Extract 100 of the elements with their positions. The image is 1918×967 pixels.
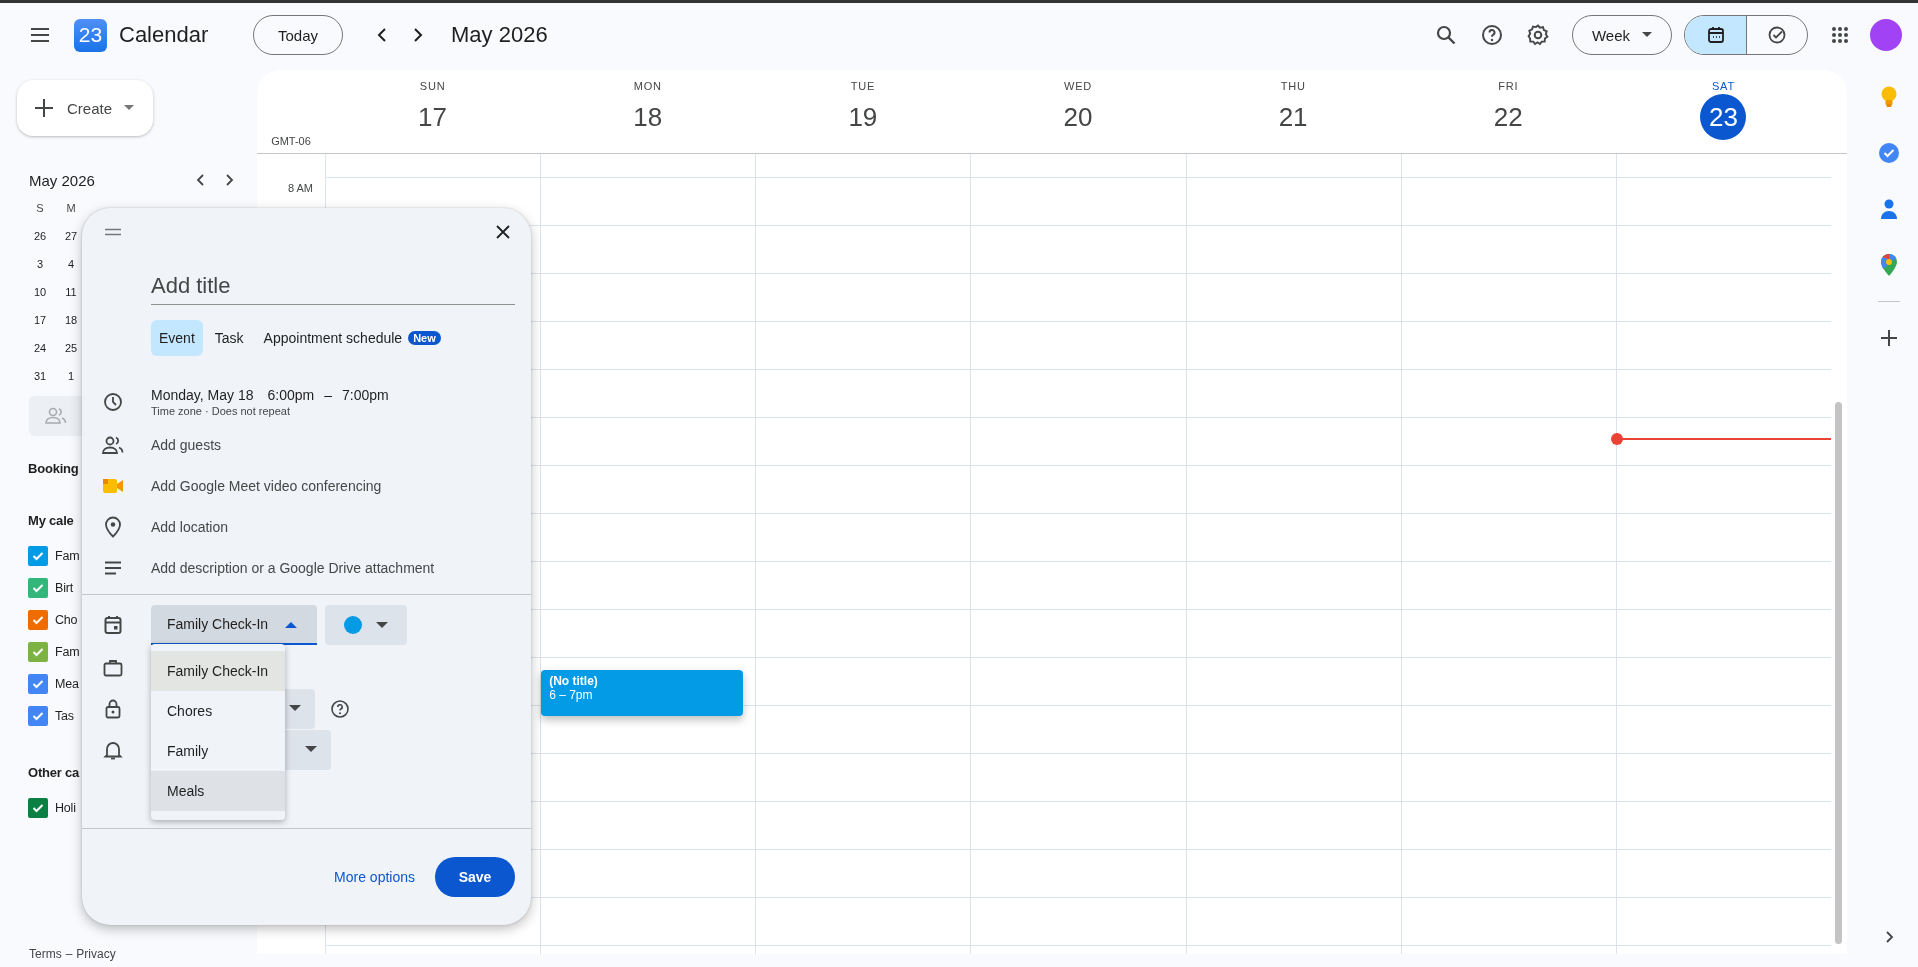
briefcase-icon [102,658,124,677]
weekday-label: M [65,201,77,216]
caret-icon [285,620,297,628]
create-button[interactable]: Create [17,80,153,136]
caret-icon [289,705,301,712]
calendar-name: Cho [55,613,78,627]
apps-grid-icon [1830,25,1850,45]
recurrence-info[interactable]: Time zone · Does not repeat [151,405,389,417]
mini-calendar-day[interactable]: 3 [29,250,51,278]
bell-icon [102,739,124,760]
day-number[interactable]: 21 [1270,94,1317,140]
search-icon [1434,23,1458,47]
calendar-name: Mea [55,677,79,691]
weekday-label: SUN [419,80,446,92]
scrollbar[interactable] [1835,402,1842,944]
calendar-menu-item[interactable]: Chores [151,691,285,731]
calendar-icon [1705,25,1726,45]
calendar-view-button[interactable] [1685,16,1746,54]
day-number[interactable]: 22 [1485,94,1532,140]
timezone-label: GMT-06 [271,135,311,147]
help-icon [1480,23,1504,47]
weekday-label: WED [1063,80,1093,92]
calendar-name: Fam [55,645,80,659]
day-number[interactable]: 20 [1055,94,1101,140]
day-number[interactable]: 17 [409,94,456,140]
calendar-menu-item[interactable]: Meals [151,771,285,811]
app-title: Calendar [119,22,210,48]
video-camera-icon [102,476,124,495]
caret-icon [1642,32,1653,38]
period-title: May 2026 [451,22,548,48]
mini-calendar-day[interactable]: 11 [60,278,82,306]
hour-label: 8 AM [287,182,313,194]
drag-handle-icon[interactable] [104,228,122,236]
weekday-label: TUE [850,80,876,92]
separator: – [65,947,73,961]
weekday-label: THU [1280,80,1306,92]
event-title: (No title) [549,674,599,688]
start-time[interactable]: 6:00pm [267,387,315,403]
section-title[interactable]: Booking [28,456,79,480]
add-detail-link[interactable]: Add Google Meet video conferencing [151,477,382,494]
mini-calendar-day[interactable]: 10 [29,278,51,306]
calendar-name: Tas [55,709,74,723]
title-field[interactable]: Add title [151,268,515,305]
mini-calendar-day[interactable]: 18 [60,306,82,334]
day-number[interactable]: 23 [1700,94,1747,140]
event-type-tab[interactable]: Appointment schedule New [255,320,449,356]
color-select[interactable] [325,605,407,645]
calendar-menu-item[interactable]: Family [151,731,285,771]
section-title[interactable]: Other ca [28,760,80,784]
mini-calendar-day[interactable]: 25 [60,334,82,362]
calendar-checkbox[interactable] [28,798,48,818]
footer-link[interactable]: Privacy [76,947,116,961]
event-type-tab[interactable]: Task [206,320,252,356]
account-avatar[interactable] [1870,19,1902,51]
month-title: May 2026 [29,171,96,189]
calendar-checkbox[interactable] [28,674,48,694]
calendar-select[interactable]: Family Check-In [151,605,317,645]
end-time[interactable]: 7:00pm [341,387,389,403]
more-options-button[interactable]: More options [330,857,419,897]
event-type-tab[interactable]: Event [151,320,203,356]
calendar-checkbox[interactable] [28,706,48,726]
mini-calendar-day[interactable]: 24 [29,334,51,362]
day-number[interactable]: 18 [624,94,671,140]
add-detail-link[interactable]: Add guests [151,436,222,453]
footer-link[interactable]: Terms [29,947,62,961]
weekday-label: MON [633,80,662,92]
calendar-icon [102,615,124,635]
mini-calendar-day[interactable]: 1 [60,362,82,390]
people-icon [45,407,67,425]
mini-calendar-day[interactable]: 17 [29,306,51,334]
mini-calendar-day[interactable]: 4 [60,250,82,278]
event-date[interactable]: Monday, May 18 [151,387,254,403]
plus-icon [33,97,55,119]
settings-icon [1526,23,1550,47]
calendar-name: Birt [55,581,73,595]
add-detail-link[interactable]: Add location [151,518,229,535]
close-icon [496,225,510,239]
weekday-label: S [35,201,45,216]
calendar-checkbox[interactable] [28,642,48,662]
mini-calendar-day[interactable]: 31 [29,362,51,390]
calendar-checkbox[interactable] [28,610,48,630]
event-time: 6 – 7pm [549,688,594,702]
new-badge: New [408,331,441,345]
time-separator: – [324,387,332,403]
day-number[interactable]: 19 [839,94,886,140]
help-icon[interactable] [330,698,350,719]
calendar-name: Fam [55,549,80,563]
calendar-checkbox[interactable] [28,578,48,598]
add-detail-link[interactable]: Add description or a Google Drive attachment [151,559,435,576]
section-title[interactable]: My cale [28,508,74,532]
text-lines-icon [102,560,124,575]
clock-icon [102,392,124,412]
mini-calendar-day[interactable]: 27 [60,222,82,250]
calendar-menu-item[interactable]: Family Check-In [151,651,285,691]
people-icon [102,434,124,455]
caret-icon [124,105,135,111]
save-button[interactable]: Save [435,857,515,897]
calendar-checkbox[interactable] [28,546,48,566]
mini-calendar-day[interactable]: 26 [29,222,51,250]
check-circle-icon [1767,25,1787,45]
